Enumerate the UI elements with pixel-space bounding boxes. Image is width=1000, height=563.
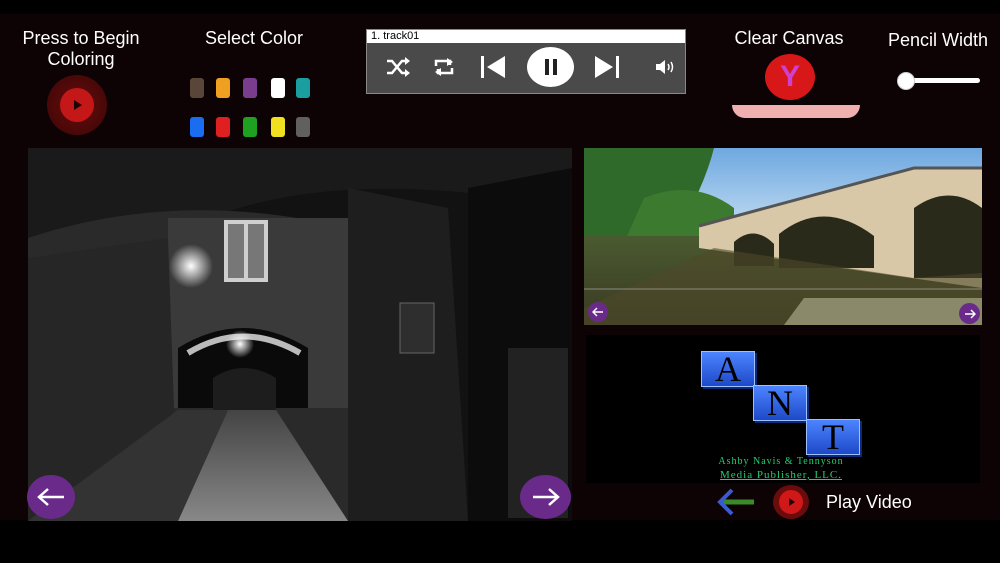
arrow-right-icon <box>964 308 976 319</box>
arrow-right-icon <box>532 488 560 506</box>
pause-button[interactable] <box>527 47 574 87</box>
start-label: Press to Begin Coloring <box>6 28 156 70</box>
track-title: 1. track01 <box>367 30 685 43</box>
logo-company-line2: Media Publisher, LLC. <box>720 469 842 481</box>
color-swatch[interactable] <box>271 117 285 137</box>
previous-page-button[interactable] <box>27 475 75 519</box>
next-track-icon[interactable] <box>592 52 622 82</box>
play-icon <box>779 490 803 514</box>
color-swatch[interactable] <box>190 117 204 137</box>
video-panel[interactable]: A N T Ashby Navis & Tennyson Media Publi… <box>586 335 980 483</box>
start-label-line2: Coloring <box>47 49 115 69</box>
shuffle-icon[interactable] <box>383 52 413 82</box>
arrow-left-icon <box>37 488 64 506</box>
slider-thumb[interactable] <box>897 72 916 90</box>
play-video-button[interactable] <box>773 485 809 519</box>
start-label-line1: Press to Begin <box>22 28 140 48</box>
start-coloring-button[interactable] <box>47 75 107 135</box>
color-swatch[interactable] <box>216 78 230 98</box>
play-icon <box>60 88 94 122</box>
clear-canvas-button[interactable]: Y <box>765 54 815 100</box>
clear-canvas-label: Clear Canvas <box>734 28 844 48</box>
music-player: 1. track01 <box>366 29 686 94</box>
coloring-page-image[interactable] <box>28 148 572 521</box>
pencil-width-label: Pencil Width <box>887 30 989 50</box>
repeat-icon[interactable] <box>429 52 459 82</box>
next-page-button[interactable] <box>520 475 571 519</box>
logo-company-line1: Ashby Navis & Tennyson <box>718 456 844 467</box>
color-swatch[interactable] <box>190 78 204 98</box>
logo-letter-a: A <box>701 351 755 387</box>
arrow-left-icon <box>592 307 603 317</box>
select-color-label: Select Color <box>204 28 304 48</box>
previous-track-icon[interactable] <box>478 52 508 82</box>
color-swatch[interactable] <box>296 117 310 137</box>
color-swatch[interactable] <box>216 117 230 137</box>
color-swatch[interactable] <box>271 78 285 98</box>
pencil-width-slider[interactable] <box>897 72 980 90</box>
thumbnail-image[interactable] <box>584 148 982 325</box>
color-swatch[interactable] <box>243 117 257 137</box>
clear-canvas-base <box>732 105 860 118</box>
volume-icon[interactable] <box>650 52 680 82</box>
play-video-label: Play Video <box>826 492 912 512</box>
logo-letter-t: T <box>806 419 860 455</box>
color-swatch[interactable] <box>296 78 310 98</box>
color-swatch[interactable] <box>243 78 257 98</box>
pause-icon <box>544 59 557 75</box>
back-button[interactable] <box>716 488 756 516</box>
arrow-left-icon <box>717 488 754 516</box>
logo-letter-n: N <box>753 385 807 421</box>
thumbnail-next-button[interactable] <box>959 303 980 324</box>
thumbnail-prev-button[interactable] <box>588 302 608 322</box>
coloring-app: Press to Begin Coloring Select Color 1. … <box>0 14 1000 521</box>
